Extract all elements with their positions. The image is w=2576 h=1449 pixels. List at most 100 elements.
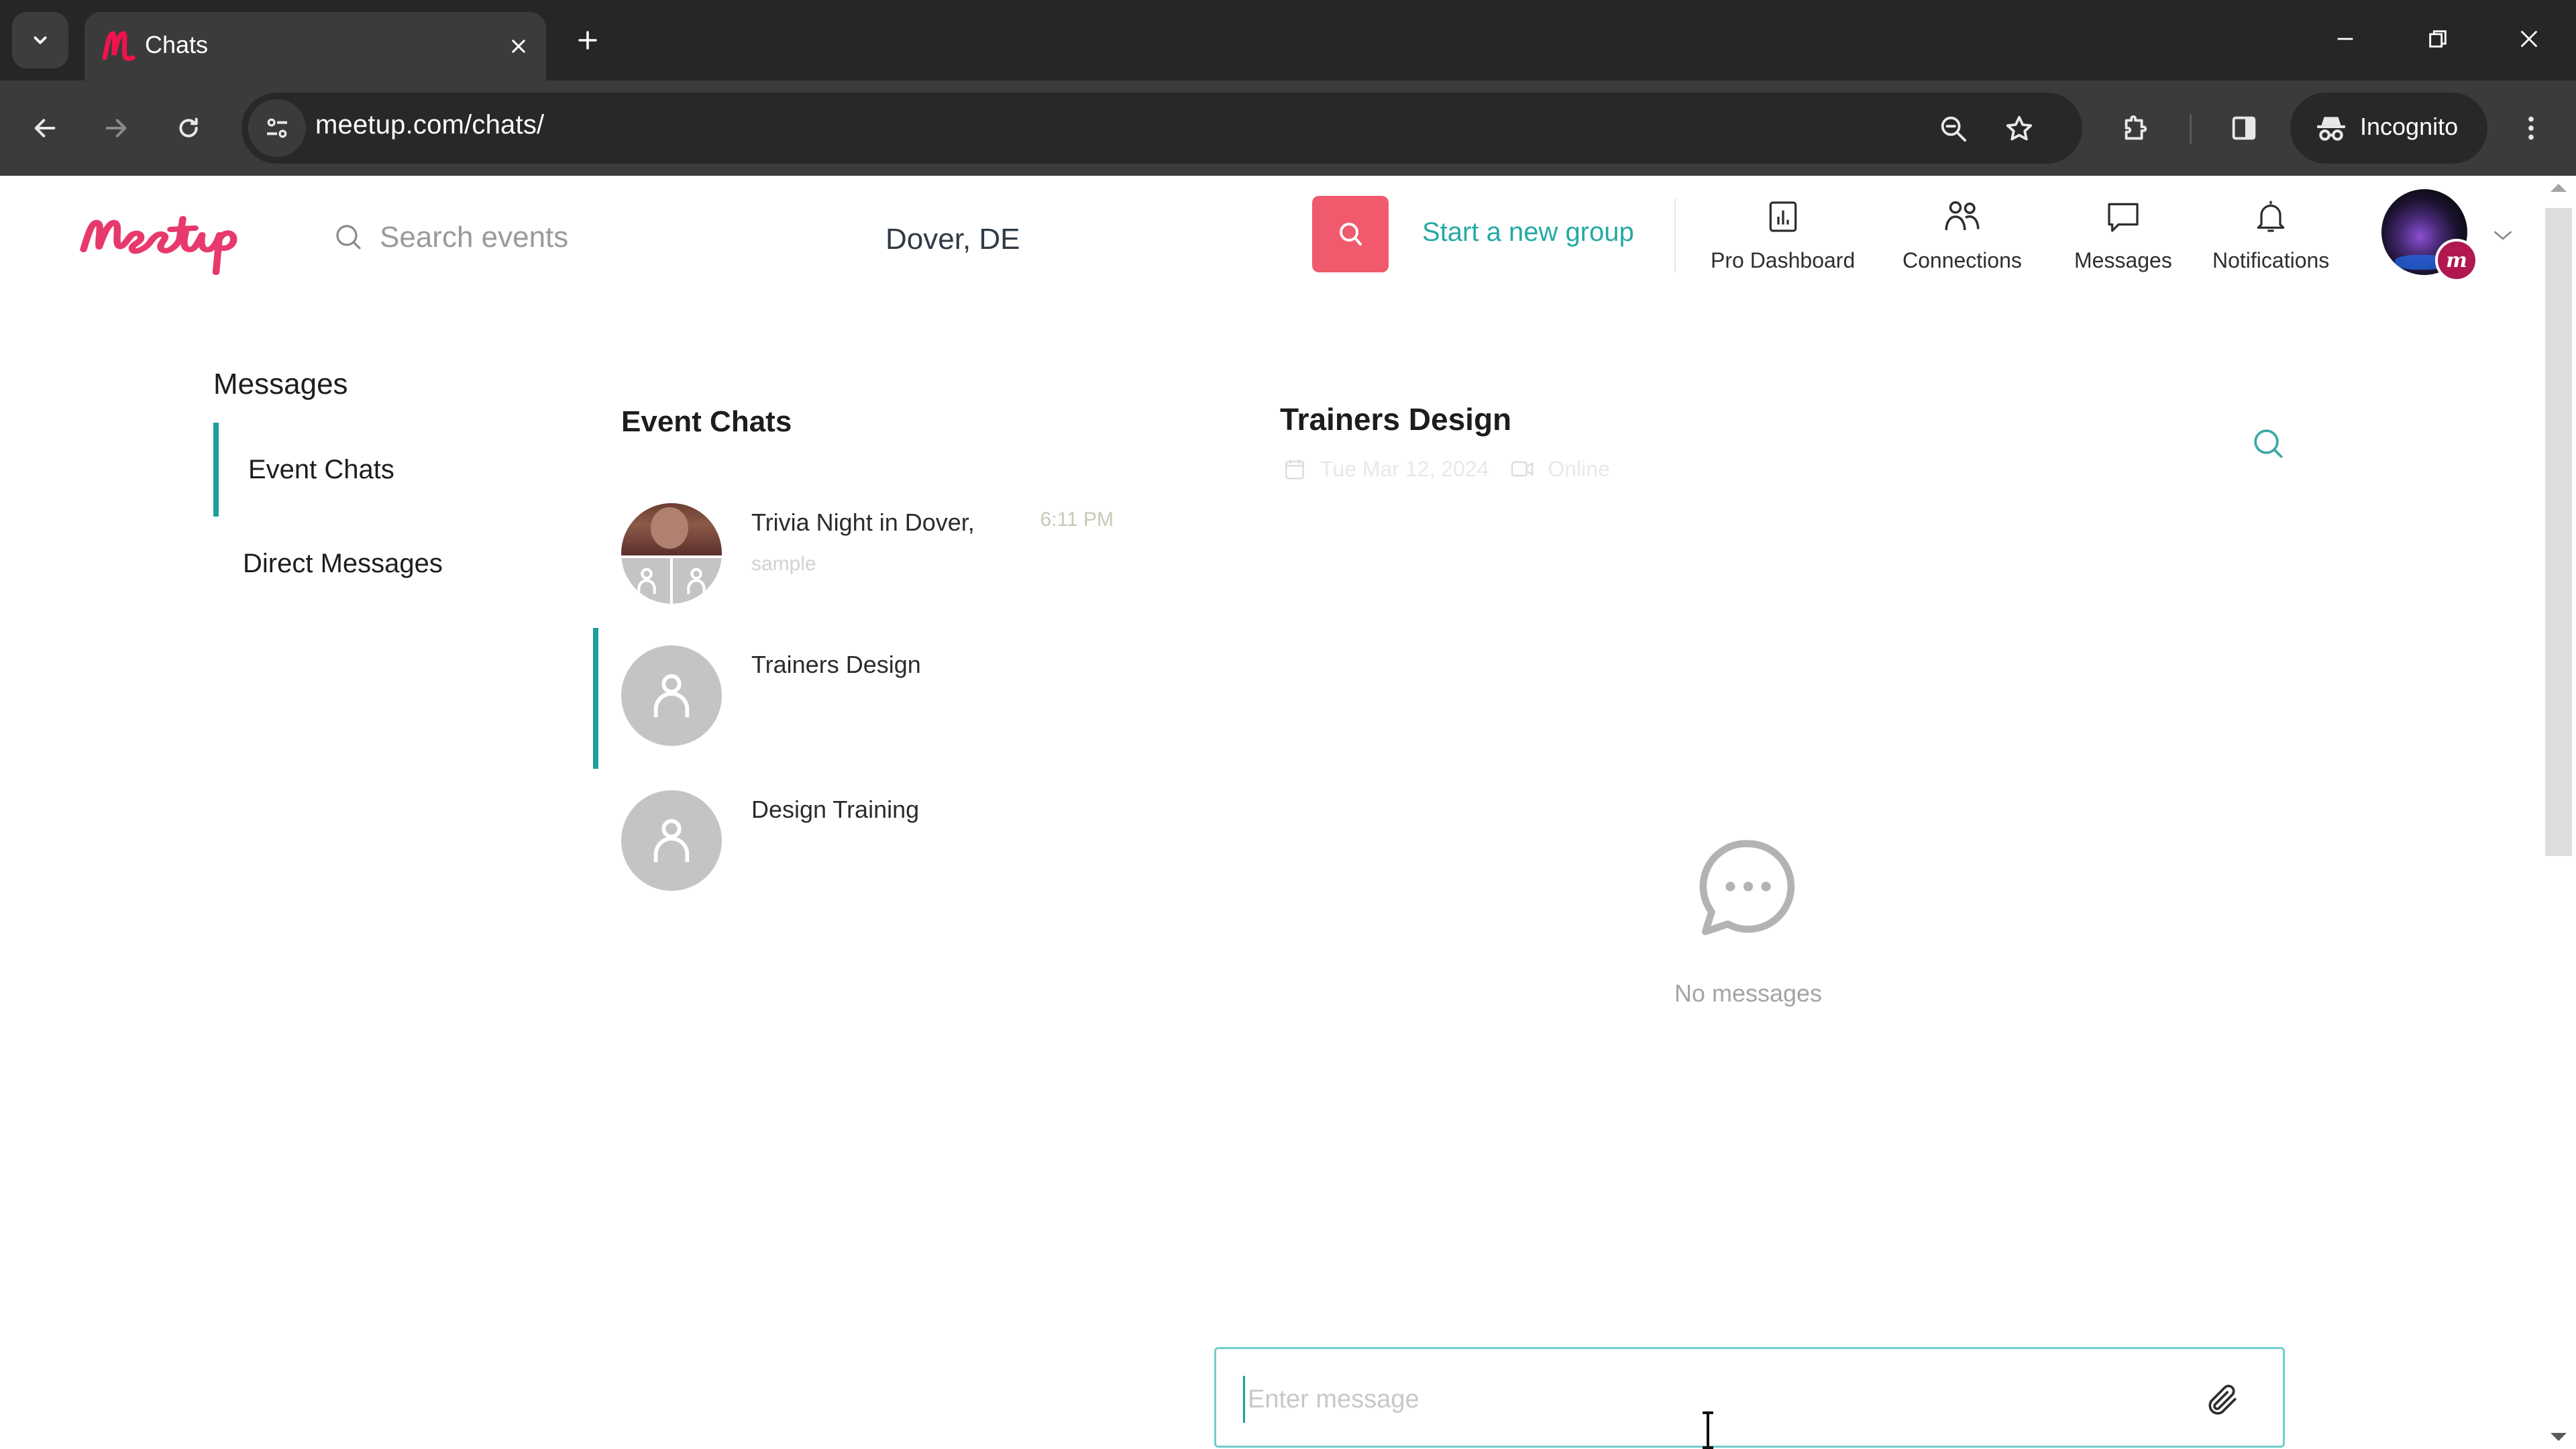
- location-field[interactable]: Dover, DE: [885, 223, 1020, 256]
- sidebar-item-label: Direct Messages: [243, 548, 443, 578]
- restore-icon: [2429, 30, 2447, 48]
- person-icon: [653, 674, 690, 718]
- zoom-out-icon: [1941, 116, 1967, 142]
- forward-button[interactable]: [91, 103, 141, 153]
- scroll-thumb[interactable]: [2545, 208, 2572, 856]
- bookmark-button[interactable]: [1999, 109, 2039, 149]
- zoom-button[interactable]: [1933, 109, 1974, 149]
- chat-avatar: [621, 790, 722, 891]
- arrow-left-icon: [34, 119, 56, 138]
- event-location: Online: [1548, 456, 1610, 481]
- group-avatar: [621, 503, 722, 604]
- back-button[interactable]: [20, 103, 70, 153]
- people-icon: [1945, 201, 1980, 231]
- search-events-input[interactable]: [378, 220, 848, 255]
- tab-search-button[interactable]: [12, 12, 68, 68]
- address-bar[interactable]: meetup.com/chats/: [241, 93, 2082, 164]
- minimize-icon: [2337, 38, 2353, 40]
- scroll-up-arrow[interactable]: [2551, 184, 2567, 192]
- chat-list-item[interactable]: Trainers Design: [593, 628, 1157, 769]
- avatar-divider: [670, 555, 673, 604]
- speech-bubble-icon: [2108, 203, 2139, 232]
- meetup-favicon-icon: [102, 31, 136, 61]
- new-tab-button[interactable]: [568, 20, 608, 60]
- meetup-plus-badge: m: [2435, 239, 2478, 282]
- site-info-button[interactable]: [248, 99, 306, 157]
- calendar-icon: [1285, 459, 1304, 480]
- chat-bubble-dots-icon: [1699, 840, 1795, 936]
- bell-icon: [2257, 201, 2285, 232]
- chat-avatar: [621, 645, 722, 746]
- reload-button[interactable]: [164, 103, 213, 153]
- nav-label: Notifications: [2212, 248, 2330, 272]
- page-scrollbar[interactable]: [2542, 176, 2576, 1449]
- scroll-down-arrow[interactable]: [2551, 1433, 2567, 1441]
- event-photo: [621, 503, 722, 555]
- chat-name: Design Training: [751, 796, 920, 823]
- chat-snippet: sample: [751, 553, 816, 575]
- conversation-search-button[interactable]: [2247, 423, 2290, 466]
- close-icon: [512, 40, 525, 53]
- nav-label: Connections: [1902, 248, 2022, 272]
- sidebar-item-label: Event Chats: [248, 454, 394, 484]
- minimize-button[interactable]: [2312, 12, 2379, 66]
- incognito-indicator[interactable]: Incognito: [2290, 93, 2487, 164]
- restore-button[interactable]: [2404, 12, 2471, 66]
- empty-state: No messages: [1614, 832, 1882, 1008]
- nav-notifications[interactable]: Notifications: [2212, 195, 2329, 282]
- chat-name: Trainers Design: [751, 651, 921, 678]
- extensions-button[interactable]: [2110, 103, 2160, 153]
- star-icon: [2006, 115, 2033, 141]
- meetup-logo[interactable]: [70, 203, 248, 276]
- person-icon: [637, 568, 656, 594]
- person-icon: [687, 568, 706, 594]
- search-submit-button[interactable]: [1312, 196, 1389, 272]
- tab-title: Chats: [145, 31, 209, 58]
- search-icon: [336, 225, 361, 250]
- conversation-title: Trainers Design: [1280, 402, 1512, 437]
- nav-connections[interactable]: Connections: [1902, 195, 2022, 282]
- puzzle-icon: [2125, 115, 2147, 140]
- close-icon: [2520, 30, 2538, 48]
- incognito-icon: [2317, 117, 2345, 141]
- bar-chart-icon: [1769, 201, 1796, 232]
- conversation-meta: Tue Mar 12, 2024 Online: [1281, 453, 1610, 484]
- side-panel-icon: [2232, 116, 2256, 140]
- paperclip-icon: [2208, 1385, 2237, 1415]
- search-events-field[interactable]: [333, 205, 869, 270]
- nav-pro-dashboard[interactable]: Pro Dashboard: [1711, 195, 1855, 282]
- message-composer: [1214, 1347, 2285, 1448]
- event-chats-heading: Event Chats: [621, 405, 792, 438]
- profile-menu-toggle[interactable]: [2486, 219, 2520, 252]
- kebab-menu-icon: [2528, 116, 2534, 140]
- chevron-down-icon: [2494, 231, 2512, 240]
- chat-time: 6:11 PM: [1040, 508, 1114, 531]
- sidebar-item-direct-messages[interactable]: Direct Messages: [213, 517, 508, 610]
- url-text[interactable]: meetup.com/chats/: [315, 110, 544, 140]
- side-panel-button[interactable]: [2219, 103, 2269, 153]
- tab-close-button[interactable]: [500, 28, 537, 64]
- browser-toolbar: meetup.com/chats/ Incognito: [0, 80, 2576, 176]
- nav-label: Messages: [2074, 248, 2172, 272]
- event-date: Tue Mar 12, 2024: [1320, 456, 1489, 481]
- browser-tab[interactable]: Chats: [85, 12, 546, 80]
- header-divider: [1674, 199, 1676, 272]
- video-icon: [1511, 461, 1534, 477]
- incognito-label: Incognito: [2360, 113, 2459, 140]
- attach-file-button[interactable]: [2202, 1380, 2243, 1420]
- sidebar-item-event-chats[interactable]: Event Chats: [213, 423, 508, 517]
- text-cursor-icon: [1703, 1411, 1713, 1449]
- reload-icon: [179, 117, 198, 138]
- toolbar-separator: [2190, 114, 2192, 144]
- search-icon: [2254, 429, 2283, 458]
- chat-list-item[interactable]: Design Training: [593, 773, 1157, 914]
- browser-menu-button[interactable]: [2506, 103, 2556, 153]
- search-icon: [1340, 223, 1362, 246]
- chevron-down-icon: [34, 36, 47, 44]
- nav-label: Pro Dashboard: [1711, 248, 1856, 272]
- nav-messages[interactable]: Messages: [2074, 195, 2172, 282]
- close-window-button[interactable]: [2496, 12, 2563, 66]
- start-new-group-link[interactable]: Start a new group: [1422, 217, 1634, 248]
- chat-list-item[interactable]: Trivia Night in Dover, sample 6:11 PM: [593, 486, 1157, 627]
- empty-state-label: No messages: [1674, 979, 1823, 1007]
